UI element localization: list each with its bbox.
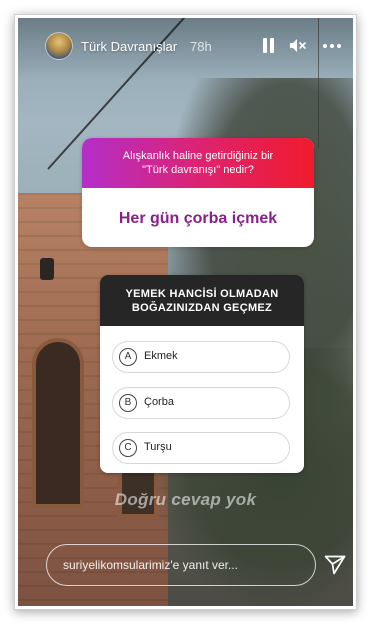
avatar[interactable] bbox=[45, 32, 73, 60]
username[interactable]: Türk Davranışlar bbox=[81, 39, 177, 54]
story-header: Türk Davranışlar 78h bbox=[18, 18, 353, 80]
option-letter: B bbox=[119, 394, 137, 412]
caption-text: Doğru cevap yok bbox=[114, 490, 257, 509]
story-viewer[interactable]: Türk Davranışlar 78h Alışkanlık haline g… bbox=[18, 18, 353, 606]
quiz-header: YEMEK HANCİSİ OLMADAN BOĞAZINIZDAN GEÇME… bbox=[100, 275, 304, 326]
question-sticker[interactable]: Alışkanlık haline getirdiğiniz bir "Türk… bbox=[82, 138, 314, 247]
quiz-option-a[interactable]: A Ekmek bbox=[112, 341, 290, 373]
question-sticker-header: Alışkanlık haline getirdiğiniz bir "Türk… bbox=[82, 138, 314, 188]
quiz-title: YEMEK HANCİSİ OLMADAN BOĞAZINIZDAN GEÇME… bbox=[125, 288, 279, 314]
background-window bbox=[32, 338, 84, 508]
question-text: Alışkanlık haline getirdiğiniz bir "Türk… bbox=[122, 150, 274, 176]
mute-icon[interactable] bbox=[289, 37, 307, 54]
reply-input[interactable] bbox=[46, 544, 316, 586]
option-letter: C bbox=[119, 439, 137, 457]
story-timestamp: 78h bbox=[190, 39, 212, 54]
pause-icon[interactable] bbox=[263, 38, 275, 53]
option-text: Turşu bbox=[144, 441, 172, 453]
more-icon[interactable] bbox=[323, 44, 341, 48]
quiz-option-b[interactable]: B Çorba bbox=[112, 387, 290, 419]
quiz-option-c[interactable]: C Turşu bbox=[112, 432, 290, 464]
quiz-sticker: YEMEK HANCİSİ OLMADAN BOĞAZINIZDAN GEÇME… bbox=[100, 275, 304, 473]
option-text: Ekmek bbox=[144, 350, 178, 362]
send-icon[interactable] bbox=[324, 555, 346, 575]
background-lamp bbox=[40, 258, 54, 280]
option-letter: A bbox=[119, 348, 137, 366]
question-answer: Her gün çorba içmek bbox=[118, 210, 278, 227]
option-text: Çorba bbox=[144, 396, 174, 408]
